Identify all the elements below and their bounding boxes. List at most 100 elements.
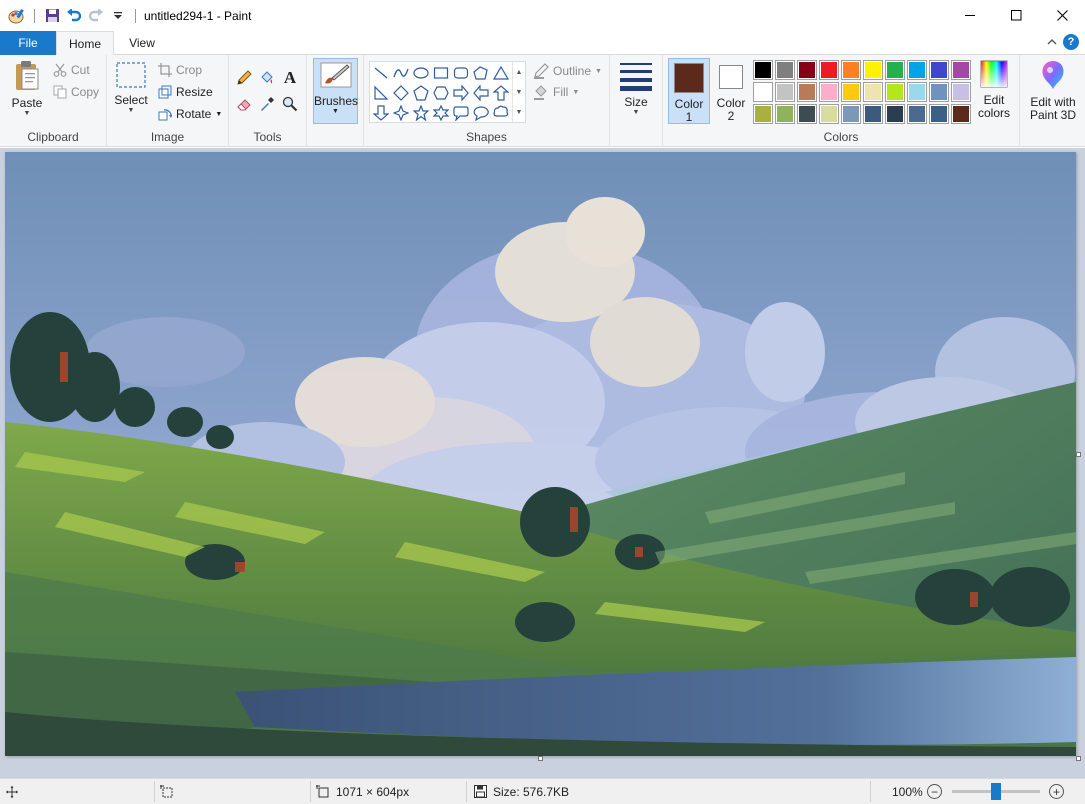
rectangle-shape-icon[interactable] <box>431 63 451 83</box>
edit-with-paint3d-button[interactable]: Edit with Paint 3D <box>1024 59 1082 122</box>
diamond-shape-icon[interactable] <box>391 83 411 103</box>
palette-swatch[interactable] <box>951 104 971 124</box>
right-arrow-shape-icon[interactable] <box>451 83 471 103</box>
undo-icon[interactable] <box>63 5 85 27</box>
six-point-star-shape-icon[interactable] <box>431 103 451 123</box>
color-picker-icon[interactable] <box>256 93 278 115</box>
size-button[interactable]: Size ▼ <box>617 61 655 117</box>
four-point-star-shape-icon[interactable] <box>391 103 411 123</box>
palette-swatch[interactable] <box>885 82 905 102</box>
palette-swatch[interactable] <box>951 82 971 102</box>
palette-swatch[interactable] <box>929 104 949 124</box>
palette-swatch[interactable] <box>819 60 839 80</box>
palette-swatch[interactable] <box>797 82 817 102</box>
rotate-button[interactable]: Rotate ▼ <box>158 104 222 124</box>
palette-swatch[interactable] <box>929 60 949 80</box>
rounded-rectangle-shape-icon[interactable] <box>451 63 471 83</box>
palette-swatch[interactable] <box>885 60 905 80</box>
color1-button[interactable]: Color 1 <box>668 58 710 124</box>
redo-icon[interactable] <box>85 5 107 27</box>
right-triangle-shape-icon[interactable] <box>371 83 391 103</box>
copy-button[interactable]: Copy <box>53 82 99 102</box>
tab-home[interactable]: Home <box>56 31 114 56</box>
fill-dropdown-icon[interactable]: ▼ <box>572 89 579 96</box>
edit-colors-button[interactable]: Edit colors <box>974 59 1014 120</box>
zoom-slider-thumb[interactable] <box>991 783 1001 800</box>
polygon-shape-icon[interactable] <box>471 63 491 83</box>
help-icon[interactable]: ? <box>1063 34 1079 50</box>
paste-button[interactable]: Paste ▼ <box>6 60 48 118</box>
resize-handle-corner[interactable] <box>1076 756 1081 761</box>
save-icon[interactable] <box>41 5 63 27</box>
cut-button[interactable]: Cut <box>53 60 90 80</box>
resize-button[interactable]: Resize <box>158 82 213 102</box>
shapes-scrollbar[interactable]: ▲ ▼ ▼ <box>512 62 525 122</box>
palette-swatch[interactable] <box>885 104 905 124</box>
resize-handle-bottom[interactable] <box>538 756 543 761</box>
text-tool-icon[interactable]: A <box>279 67 301 89</box>
pentagon-shape-icon[interactable] <box>411 83 431 103</box>
fill-bucket-icon[interactable] <box>256 67 278 89</box>
scroll-down-icon[interactable]: ▼ <box>516 89 523 96</box>
select-button[interactable]: Select ▼ <box>112 61 150 115</box>
triangle-shape-icon[interactable] <box>491 63 511 83</box>
down-arrow-shape-icon[interactable] <box>371 103 391 123</box>
oval-shape-icon[interactable] <box>411 63 431 83</box>
palette-swatch[interactable] <box>775 104 795 124</box>
close-button[interactable] <box>1039 0 1085 31</box>
select-dropdown-icon[interactable]: ▼ <box>112 107 150 115</box>
palette-swatch[interactable] <box>753 60 773 80</box>
resize-handle-right[interactable] <box>1076 452 1081 457</box>
palette-swatch[interactable] <box>797 104 817 124</box>
crop-button[interactable]: Crop <box>158 60 202 80</box>
zoom-out-button[interactable]: − <box>927 784 942 799</box>
outline-button[interactable]: Outline ▼ <box>533 61 602 81</box>
magnifier-icon[interactable] <box>279 93 301 115</box>
tab-view[interactable]: View <box>116 31 168 55</box>
maximize-button[interactable] <box>993 0 1039 31</box>
palette-swatch[interactable] <box>819 82 839 102</box>
expand-gallery-icon[interactable]: ▼ <box>516 109 523 116</box>
fill-button[interactable]: Fill ▼ <box>533 82 579 102</box>
eraser-icon[interactable] <box>233 93 255 115</box>
hexagon-shape-icon[interactable] <box>431 83 451 103</box>
curve-shape-icon[interactable] <box>391 63 411 83</box>
pencil-icon[interactable] <box>233 67 255 89</box>
palette-swatch[interactable] <box>775 60 795 80</box>
palette-swatch[interactable] <box>753 82 773 102</box>
cloud-callout-shape-icon[interactable] <box>491 103 511 123</box>
palette-swatch[interactable] <box>863 104 883 124</box>
palette-swatch[interactable] <box>797 60 817 80</box>
canvas-workspace[interactable] <box>0 148 1085 778</box>
paste-dropdown-icon[interactable]: ▼ <box>6 110 48 118</box>
collapse-ribbon-icon[interactable] <box>1047 35 1057 49</box>
palette-swatch[interactable] <box>841 104 861 124</box>
palette-swatch[interactable] <box>863 82 883 102</box>
palette-swatch[interactable] <box>863 60 883 80</box>
drawing-canvas[interactable] <box>5 152 1076 756</box>
palette-swatch[interactable] <box>819 104 839 124</box>
scroll-up-icon[interactable]: ▲ <box>516 69 523 76</box>
rounded-callout-shape-icon[interactable] <box>451 103 471 123</box>
customize-toolbar-icon[interactable] <box>107 5 129 27</box>
palette-swatch[interactable] <box>951 60 971 80</box>
tab-file[interactable]: File <box>0 31 56 55</box>
up-arrow-shape-icon[interactable] <box>491 83 511 103</box>
palette-swatch[interactable] <box>907 60 927 80</box>
palette-swatch[interactable] <box>775 82 795 102</box>
line-shape-icon[interactable] <box>371 63 391 83</box>
zoom-in-button[interactable]: + <box>1049 784 1064 799</box>
palette-swatch[interactable] <box>907 104 927 124</box>
palette-swatch[interactable] <box>753 104 773 124</box>
palette-swatch[interactable] <box>841 60 861 80</box>
minimize-button[interactable] <box>947 0 993 31</box>
palette-swatch[interactable] <box>929 82 949 102</box>
size-dropdown-icon[interactable]: ▼ <box>617 109 655 117</box>
color2-button[interactable]: Color 2 <box>713 58 749 124</box>
outline-dropdown-icon[interactable]: ▼ <box>595 68 602 75</box>
left-arrow-shape-icon[interactable] <box>471 83 491 103</box>
zoom-slider[interactable] <box>952 783 1040 800</box>
palette-swatch[interactable] <box>907 82 927 102</box>
oval-callout-shape-icon[interactable] <box>471 103 491 123</box>
paint-app-icon[interactable] <box>6 5 28 27</box>
